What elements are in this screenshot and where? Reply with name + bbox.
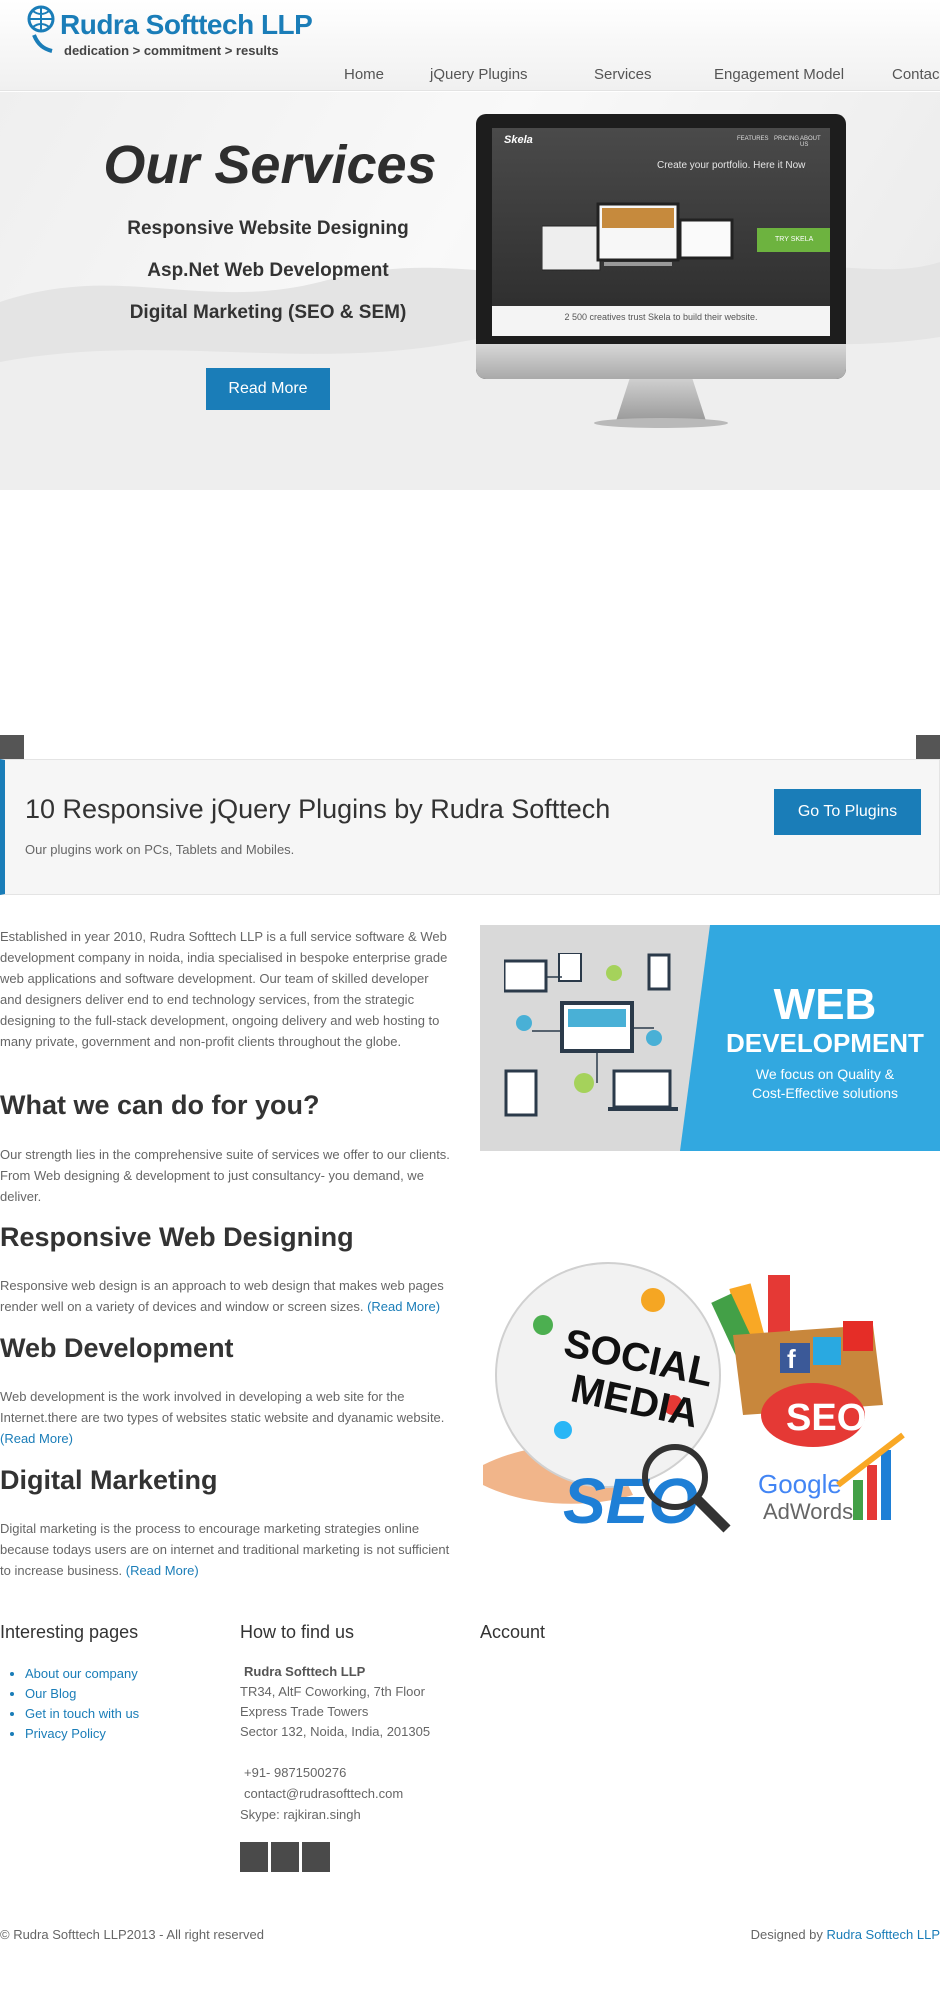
logo-tagline: dedication > commitment > results [64, 43, 279, 58]
footer-link-item: About our company [25, 1664, 139, 1684]
footer-link-item: Privacy Policy [25, 1724, 139, 1744]
read-more-web-dev-link[interactable]: (Read More) [0, 1431, 73, 1446]
intro-text: Established in year 2010, Rudra Softtech… [0, 929, 448, 1049]
logo-globe-icon [27, 5, 55, 53]
hero-service-2: Asp.Net Web Development [147, 260, 389, 281]
nav-services[interactable]: Services [594, 66, 652, 83]
screen-bottom-text: 2 500 creatives trust Skela to build the… [492, 306, 830, 336]
social-media-seo-image: SOCIAL MEDIA SEO f SEO Google AdWords [483, 1262, 905, 1537]
logo-title: Rudra Softtech LLP [60, 9, 313, 40]
footer-link-item: Our Blog [25, 1684, 139, 1704]
nav-engagement-model[interactable]: Engagement Model [714, 66, 844, 83]
monitor-base [594, 418, 728, 428]
section-text-web-dev: Web development is the work involved in … [0, 1389, 445, 1446]
plugins-subtitle: Our plugins work on PCs, Tablets and Mob… [25, 842, 295, 857]
section-title-what-we-do: What we can do for you? [0, 1090, 320, 1120]
section-text-what-we-do: Our strength lies in the comprehensive s… [0, 1147, 450, 1204]
designed-by: Designed by Rudra Softtech LLP [750, 1927, 940, 1942]
plugins-banner: 10 Responsive jQuery Plugins by Rudra So… [0, 759, 940, 895]
screen-nav-3: ABOUT US [800, 136, 821, 148]
screen-logo: Skela [504, 134, 533, 146]
footer-address-line-3: Sector 132, Noida, India, 201305 [240, 1724, 431, 1739]
social-linkedin-icon[interactable] [302, 1842, 330, 1872]
footer-company-name: Rudra Softtech LLP [244, 1664, 366, 1679]
screen-cta: Create your portfolio. Here it Now [657, 160, 806, 171]
footer-link-item: Get in touch with us [25, 1704, 139, 1724]
footer-title-account: Account [480, 1622, 546, 1642]
monitor-screen: Skela FEATURES PRICING ABOUT US Create y… [492, 128, 830, 336]
hero-title: Our Services [103, 135, 437, 195]
slider-prev-button[interactable] [0, 735, 24, 759]
footer-skype: Skype: rajkiran.singh [240, 1807, 361, 1822]
site-header: Rudra Softtech LLP dedication > commitme… [0, 0, 940, 91]
section-title-web-dev: Web Development [0, 1333, 234, 1363]
read-more-responsive-link[interactable]: (Read More) [367, 1299, 440, 1314]
social-facebook-icon[interactable] [240, 1842, 268, 1872]
seo-big-text: SEO [563, 1465, 698, 1537]
footer-title-how-to-find-us: How to find us [240, 1622, 355, 1642]
monitor-image: Skela FEATURES PRICING ABOUT US Create y… [476, 114, 846, 434]
section-title-digital-marketing: Digital Marketing [0, 1465, 218, 1495]
nav-contact[interactable]: Contac [892, 66, 940, 83]
footer-email: contact@rudrasofttech.com [244, 1786, 404, 1801]
designed-by-link[interactable]: Rudra Softtech LLP [827, 1927, 940, 1942]
site-logo[interactable]: Rudra Softtech LLP dedication > commitme… [26, 5, 313, 61]
nav-jquery-plugins[interactable]: jQuery Plugins [430, 66, 528, 83]
screen-green-button: TRY SKELA [757, 228, 830, 252]
hero-service-3: Digital Marketing (SEO & SEM) [129, 302, 407, 323]
web-dev-title-2: DEVELOPMENT [726, 1028, 924, 1058]
main-nav: Home jQuery Plugins Services Engagement … [0, 62, 940, 88]
screen-devices-icon [542, 202, 734, 271]
web-development-banner: WEB DEVELOPMENT We focus on Quality & Co… [480, 925, 940, 1151]
google-text: Google [758, 1469, 842, 1499]
hero-slider: Our Services Responsive Website Designin… [0, 92, 940, 490]
read-more-digital-marketing-link[interactable]: (Read More) [126, 1563, 199, 1578]
footer-links: About our company Our Blog Get in touch … [25, 1664, 139, 1744]
screen-nav-2: PRICING [774, 136, 800, 142]
screen-nav-1: FEATURES [737, 136, 769, 142]
about-company-link[interactable]: About our company [25, 1666, 138, 1681]
section-text-responsive: Responsive web design is an approach to … [0, 1278, 444, 1314]
hero-read-more-button[interactable]: Read More [206, 368, 330, 410]
seo-small-text: SEO [786, 1397, 866, 1439]
monitor-stand [616, 379, 706, 421]
nav-home[interactable]: Home [344, 66, 384, 83]
hero-service-1: Responsive Website Designing [127, 218, 409, 239]
social-twitter-icon[interactable] [271, 1842, 299, 1872]
privacy-policy-link[interactable]: Privacy Policy [25, 1726, 106, 1741]
web-dev-title-1: WEB [773, 980, 877, 1029]
plugins-title: 10 Responsive jQuery Plugins by Rudra So… [25, 794, 611, 824]
web-dev-subtitle: We focus on Quality & Cost-Effective sol… [751, 1066, 899, 1101]
copyright-text: © Rudra Softtech LLP2013 - All right res… [0, 1927, 264, 1942]
blog-link[interactable]: Our Blog [25, 1686, 76, 1701]
adwords-text: AdWords [763, 1499, 853, 1524]
svg-text:f: f [787, 1344, 796, 1374]
get-in-touch-link[interactable]: Get in touch with us [25, 1706, 139, 1721]
footer-address-line-2: Express Trade Towers [240, 1704, 369, 1719]
go-to-plugins-button[interactable]: Go To Plugins [774, 789, 921, 835]
footer-phone: +91- 9871500276 [244, 1765, 347, 1780]
footer-title-interesting-pages: Interesting pages [0, 1622, 139, 1642]
footer-address-line-1: TR34, AltF Coworking, 7th Floor [240, 1684, 425, 1699]
section-text-digital-marketing: Digital marketing is the process to enco… [0, 1521, 450, 1578]
network-devices-icon [504, 953, 678, 1117]
section-title-responsive: Responsive Web Designing [0, 1222, 354, 1252]
monitor-chin [476, 344, 846, 379]
slider-next-button[interactable] [916, 735, 940, 759]
